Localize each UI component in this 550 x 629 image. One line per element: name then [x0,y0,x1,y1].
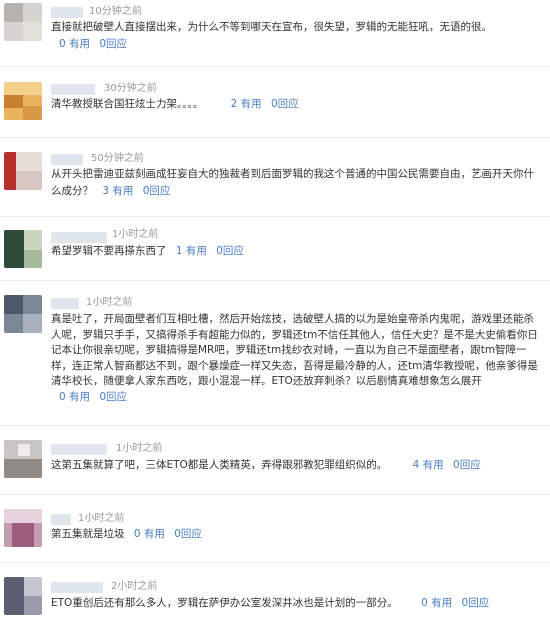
avatar[interactable] [4,3,42,41]
username[interactable] [51,84,95,95]
useful-button[interactable]: 3 有用 [102,185,133,197]
timestamp: 10分钟之前 [89,6,142,17]
username[interactable] [51,154,83,165]
timestamp: 1小时之前 [78,513,125,524]
username[interactable] [51,444,107,455]
comment-text: 直接就把破壁人直接摆出来，为什么不等到哪天在宣布，很失望，罗辑的无能狂吼，无语的… [51,19,543,53]
useful-button[interactable]: 0 有用 [421,597,452,609]
reply-link[interactable]: 0回应 [99,391,127,403]
reply-link[interactable]: 0回应 [462,597,490,609]
username[interactable] [51,514,71,525]
avatar[interactable] [4,82,42,120]
useful-button[interactable]: 0 有用 [59,38,90,50]
comment-body: 这第五集就算了吧，三体ETO都是人类精英，弄得跟邪教犯罪组织似的。 [51,459,388,471]
divider [0,425,550,426]
avatar[interactable] [4,509,42,547]
comment-item: 50分钟之前 从开头把雷迪亚兹刻画成狂妄自大的独裁者到后面罗辑的我这个普通的中国… [0,148,550,212]
comment-text: 希望罗辑不要再搽东西了 1 有用 0回应 [51,243,543,260]
reply-link[interactable]: 0回应 [453,459,481,471]
divider [0,562,550,563]
comment-text: 从开头把雷迪亚兹刻画成狂妄自大的独裁者到后面罗辑的我这个普通的中国公民需要自由，… [51,166,543,200]
comment-text: 这第五集就算了吧，三体ETO都是人类精英，弄得跟邪教犯罪组织似的。 4 有用 0… [51,457,543,474]
comment-item: 1小时之前 希望罗辑不要再搽东西了 1 有用 0回应 [0,226,550,272]
useful-button[interactable]: 0 有用 [59,391,90,403]
username[interactable] [51,582,103,593]
timestamp: 1小时之前 [116,443,163,454]
comment-item: 10分钟之前 直接就把破壁人直接摆出来，为什么不等到哪天在宣布，很失望，罗辑的无… [0,0,550,60]
useful-button[interactable]: 0 有用 [134,528,165,540]
divider [0,66,550,67]
username[interactable] [51,298,79,309]
comment-item: 1小时之前 这第五集就算了吧，三体ETO都是人类精英，弄得跟邪教犯罪组织似的。 … [0,436,550,486]
avatar[interactable] [4,295,42,333]
comment-item: 1小时之前 第五集就是垃圾 0 有用 0回应 [0,504,550,554]
comment-item: 1小时之前 真是吐了，开局面壁者们互相吐槽，然后开始炫技，选破壁人搞的以为是始皇… [0,290,550,420]
timestamp: 2小时之前 [111,581,158,592]
comment-body: 直接就把破壁人直接摆出来，为什么不等到哪天在宣布，很失望，罗辑的无能狂吼，无语的… [51,21,492,33]
reply-link[interactable]: 0回应 [216,245,244,257]
timestamp: 1小时之前 [86,297,133,308]
avatar[interactable] [4,230,42,268]
avatar[interactable] [4,152,42,190]
comment-item: 30分钟之前 清华教授联合国狂炫士力架。。。。 2 有用 0回应 [0,78,550,128]
comment-body: 希望罗辑不要再搽东西了 [51,245,167,257]
comment-text: 第五集就是垃圾 0 有用 0回应 [51,526,543,543]
comment-body: 清华教授联合国狂炫士力架。。。。 [51,98,204,110]
useful-button[interactable]: 1 有用 [176,245,207,257]
reply-link[interactable]: 0回应 [99,38,127,50]
comment-body: 第五集就是垃圾 [51,528,125,540]
avatar[interactable] [4,440,42,478]
timestamp: 30分钟之前 [104,83,157,94]
reply-link[interactable]: 0回应 [271,98,299,110]
reply-link[interactable]: 0回应 [143,185,171,197]
divider [0,494,550,495]
comment-text: 清华教授联合国狂炫士力架。。。。 2 有用 0回应 [51,96,543,113]
comment-body: ETO重创后还有那么多人，罗辑在萨伊办公室发深井冰也是计划的一部分。 [51,597,398,609]
reply-link[interactable]: 0回应 [174,528,202,540]
divider [0,216,550,217]
username[interactable] [51,7,83,18]
comment-text: ETO重创后还有那么多人，罗辑在萨伊办公室发深井冰也是计划的一部分。 0 有用 … [51,595,543,612]
divider [0,280,550,281]
useful-button[interactable]: 4 有用 [413,459,444,471]
comment-item: 2小时之前 ETO重创后还有那么多人，罗辑在萨伊办公室发深井冰也是计划的一部分。… [0,572,550,629]
comment-body: 真是吐了，开局面壁者们互相吐槽，然后开始炫技，选破壁人搞的以为是始皇帝杀内鬼呢，… [51,313,538,387]
comment-text: 真是吐了，开局面壁者们互相吐槽，然后开始炫技，选破壁人搞的以为是始皇帝杀内鬼呢，… [51,312,543,405]
timestamp: 1小时之前 [112,229,159,240]
username[interactable] [51,232,107,243]
useful-button[interactable]: 2 有用 [231,98,262,110]
divider [0,137,550,138]
avatar[interactable] [4,577,42,615]
timestamp: 50分钟之前 [91,153,144,164]
